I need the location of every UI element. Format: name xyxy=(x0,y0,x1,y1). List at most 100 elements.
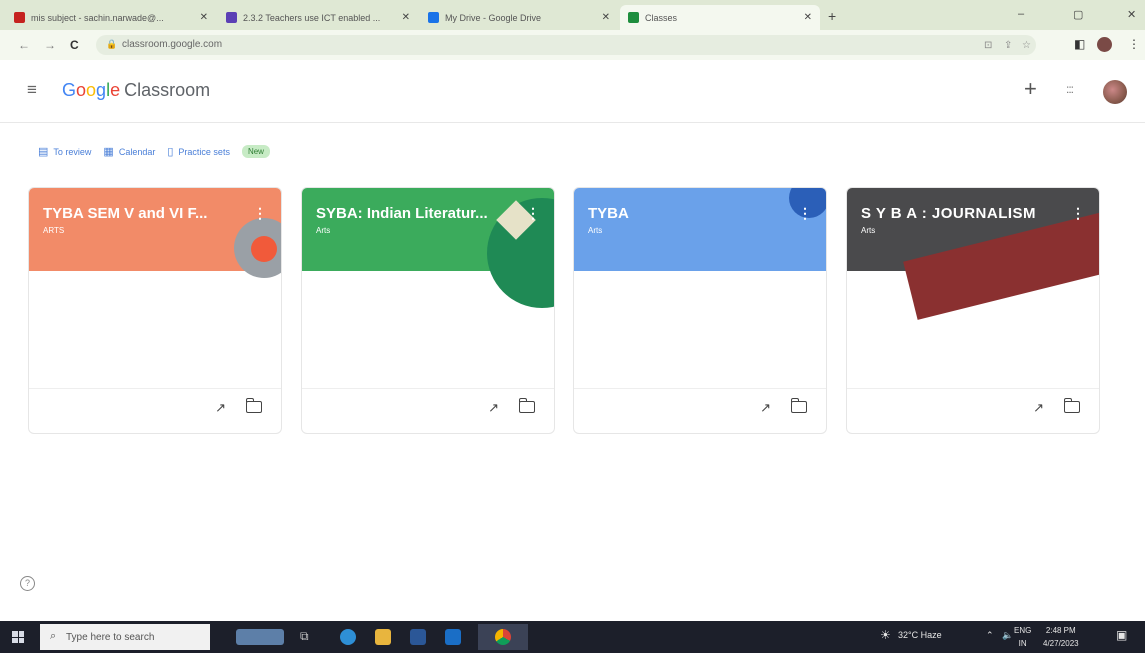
word-icon[interactable] xyxy=(410,629,426,645)
to-review-icon: ▤ xyxy=(38,146,49,158)
store-icon[interactable] xyxy=(445,629,461,645)
class-options-icon[interactable]: ⋮ xyxy=(253,205,267,222)
new-badge: New xyxy=(241,145,270,158)
taskbar-search-box[interactable]: ⌕ Type here to search xyxy=(40,624,210,650)
class-card[interactable]: TYBA Arts ⋮ ↗ xyxy=(573,187,827,434)
logo-letter: g xyxy=(96,80,107,100)
google-apps-icon[interactable]: ::: xyxy=(1066,82,1074,96)
class-card[interactable]: S Y B A : JOURNALISM Arts ⋮ ↗ xyxy=(846,187,1100,434)
language-code: ENG xyxy=(1014,626,1032,635)
help-icon[interactable]: ? xyxy=(20,576,35,591)
sub-navigation: ▤ To review ▦ Calendar ▯ Practice sets N… xyxy=(38,145,270,158)
new-tab-button[interactable]: + xyxy=(828,8,836,24)
class-card[interactable]: SYBA: Indian Literatur... Arts ⋮ ↗ xyxy=(301,187,555,434)
maximize-button[interactable]: ▢ xyxy=(1073,8,1083,21)
minimize-button[interactable]: – xyxy=(1018,8,1024,20)
browser-tab-3[interactable]: Classes ✕ xyxy=(620,5,820,30)
search-icon: ⌕ xyxy=(50,630,57,642)
gmail-favicon-icon xyxy=(14,12,25,23)
close-tab-icon[interactable]: ✕ xyxy=(200,12,208,23)
class-options-icon[interactable]: ⋮ xyxy=(1071,205,1085,222)
chrome-taskbar-button[interactable] xyxy=(478,624,528,650)
tab-title: 2.3.2 Teachers use ICT enabled ... xyxy=(243,12,381,23)
browser-tab-1[interactable]: 2.3.2 Teachers use ICT enabled ... ✕ xyxy=(218,5,418,30)
volume-icon[interactable]: 🔈 xyxy=(1002,630,1013,641)
class-section: Arts xyxy=(861,226,876,235)
close-tab-icon[interactable]: ✕ xyxy=(602,12,610,23)
logo-letter: o xyxy=(76,80,87,100)
class-banner[interactable]: S Y B A : JOURNALISM Arts ⋮ xyxy=(847,188,1099,320)
tray-chevron-icon[interactable]: ⌃ xyxy=(986,630,994,641)
class-title[interactable]: S Y B A : JOURNALISM xyxy=(861,205,1066,222)
class-options-icon[interactable]: ⋮ xyxy=(798,205,812,222)
search-highlight-icon[interactable] xyxy=(236,629,284,645)
close-tab-icon[interactable]: ✕ xyxy=(804,12,812,23)
calendar-link[interactable]: ▦ Calendar xyxy=(103,145,155,158)
class-drive-folder-icon[interactable] xyxy=(790,398,807,413)
practice-sets-link[interactable]: ▯ Practice sets xyxy=(167,145,230,158)
class-drive-folder-icon[interactable] xyxy=(1063,398,1080,413)
side-panel-icon[interactable]: ◧ xyxy=(1074,37,1085,51)
app-header: ≡ Google Classroom + ::: xyxy=(0,60,1145,123)
edge-browser-icon[interactable] xyxy=(340,629,356,645)
card-divider xyxy=(302,388,554,389)
class-options-icon[interactable]: ⋮ xyxy=(526,205,540,222)
class-banner[interactable]: SYBA: Indian Literatur... Arts ⋮ xyxy=(302,188,554,308)
practice-sets-label: Practice sets xyxy=(178,146,230,157)
url-text[interactable]: classroom.google.com xyxy=(122,39,222,50)
class-banner[interactable]: TYBA SEM V and VI F... ARTS ⋮ xyxy=(29,188,281,278)
gradebook-trend-icon[interactable]: ↗ xyxy=(1033,400,1044,416)
tab-title: Classes xyxy=(645,12,678,23)
class-card[interactable]: TYBA SEM V and VI F... ARTS ⋮ ↗ xyxy=(28,187,282,434)
weather-text[interactable]: 32°C Haze xyxy=(898,630,942,640)
card-divider xyxy=(29,388,281,389)
tab-title: My Drive - Google Drive xyxy=(445,12,542,23)
browser-menu-icon[interactable]: ⋮ xyxy=(1128,37,1140,51)
class-drive-folder-icon[interactable] xyxy=(245,398,262,413)
forward-button[interactable]: → xyxy=(44,38,56,52)
close-window-button[interactable]: ✕ xyxy=(1127,8,1136,21)
system-clock[interactable]: 2:48 PM 4/27/2023 xyxy=(1043,624,1079,650)
task-view-icon[interactable]: ⧉ xyxy=(300,629,316,645)
browser-tab-2[interactable]: My Drive - Google Drive ✕ xyxy=(420,5,618,30)
browser-tab-0[interactable]: mis subject - sachin.narwade@... ✕ xyxy=(6,5,216,30)
reload-button[interactable]: C xyxy=(70,38,79,52)
gradebook-trend-icon[interactable]: ↗ xyxy=(215,400,226,416)
classroom-favicon-icon xyxy=(628,12,639,23)
close-tab-icon[interactable]: ✕ xyxy=(402,12,410,23)
taskbar-search-placeholder: Type here to search xyxy=(66,632,155,643)
share-icon[interactable]: ⇪ xyxy=(1004,40,1012,51)
address-bar[interactable]: 🔒 classroom.google.com ⊡ ⇪ ☆ xyxy=(96,35,1036,55)
class-section: Arts xyxy=(588,226,603,235)
to-review-link[interactable]: ▤ To review xyxy=(38,145,91,158)
class-title[interactable]: TYBA xyxy=(588,205,793,222)
calendar-icon: ▦ xyxy=(103,146,114,158)
bookmark-star-icon[interactable]: ☆ xyxy=(1022,40,1031,51)
drive-favicon-icon xyxy=(428,12,439,23)
language-indicator[interactable]: ENG IN xyxy=(1014,624,1031,650)
class-banner[interactable]: TYBA Arts ⋮ xyxy=(574,188,826,271)
class-title[interactable]: SYBA: Indian Literatur... xyxy=(316,205,521,222)
browser-profile-avatar[interactable] xyxy=(1097,37,1112,52)
google-lens-icon[interactable]: ⊡ xyxy=(984,40,992,51)
chrome-icon xyxy=(495,629,511,645)
gradebook-trend-icon[interactable]: ↗ xyxy=(760,400,771,416)
file-explorer-icon[interactable] xyxy=(375,629,391,645)
class-title[interactable]: TYBA SEM V and VI F... xyxy=(43,205,248,222)
notifications-icon[interactable]: ▣ xyxy=(1116,628,1127,642)
create-join-class-button[interactable]: + xyxy=(1024,76,1037,102)
practice-sets-icon: ▯ xyxy=(167,146,174,158)
logo-letter: G xyxy=(62,80,77,100)
browser-toolbar: ← → C 🔒 classroom.google.com ⊡ ⇪ ☆ ◧ ⋮ xyxy=(0,30,1145,60)
google-classroom-logo[interactable]: Google Classroom xyxy=(62,80,210,101)
account-avatar[interactable] xyxy=(1103,80,1127,104)
windows-taskbar: ⌕ Type here to search ⧉ ☀ 32°C Haze ⌃ 🔈 … xyxy=(0,621,1145,653)
lock-icon[interactable]: 🔒 xyxy=(106,39,117,50)
windows-start-icon[interactable] xyxy=(12,631,24,643)
weather-icon[interactable]: ☀ xyxy=(880,628,891,642)
logo-letter: e xyxy=(110,80,121,100)
gradebook-trend-icon[interactable]: ↗ xyxy=(488,400,499,416)
main-menu-icon[interactable]: ≡ xyxy=(27,80,37,100)
back-button[interactable]: ← xyxy=(18,38,30,52)
class-drive-folder-icon[interactable] xyxy=(518,398,535,413)
